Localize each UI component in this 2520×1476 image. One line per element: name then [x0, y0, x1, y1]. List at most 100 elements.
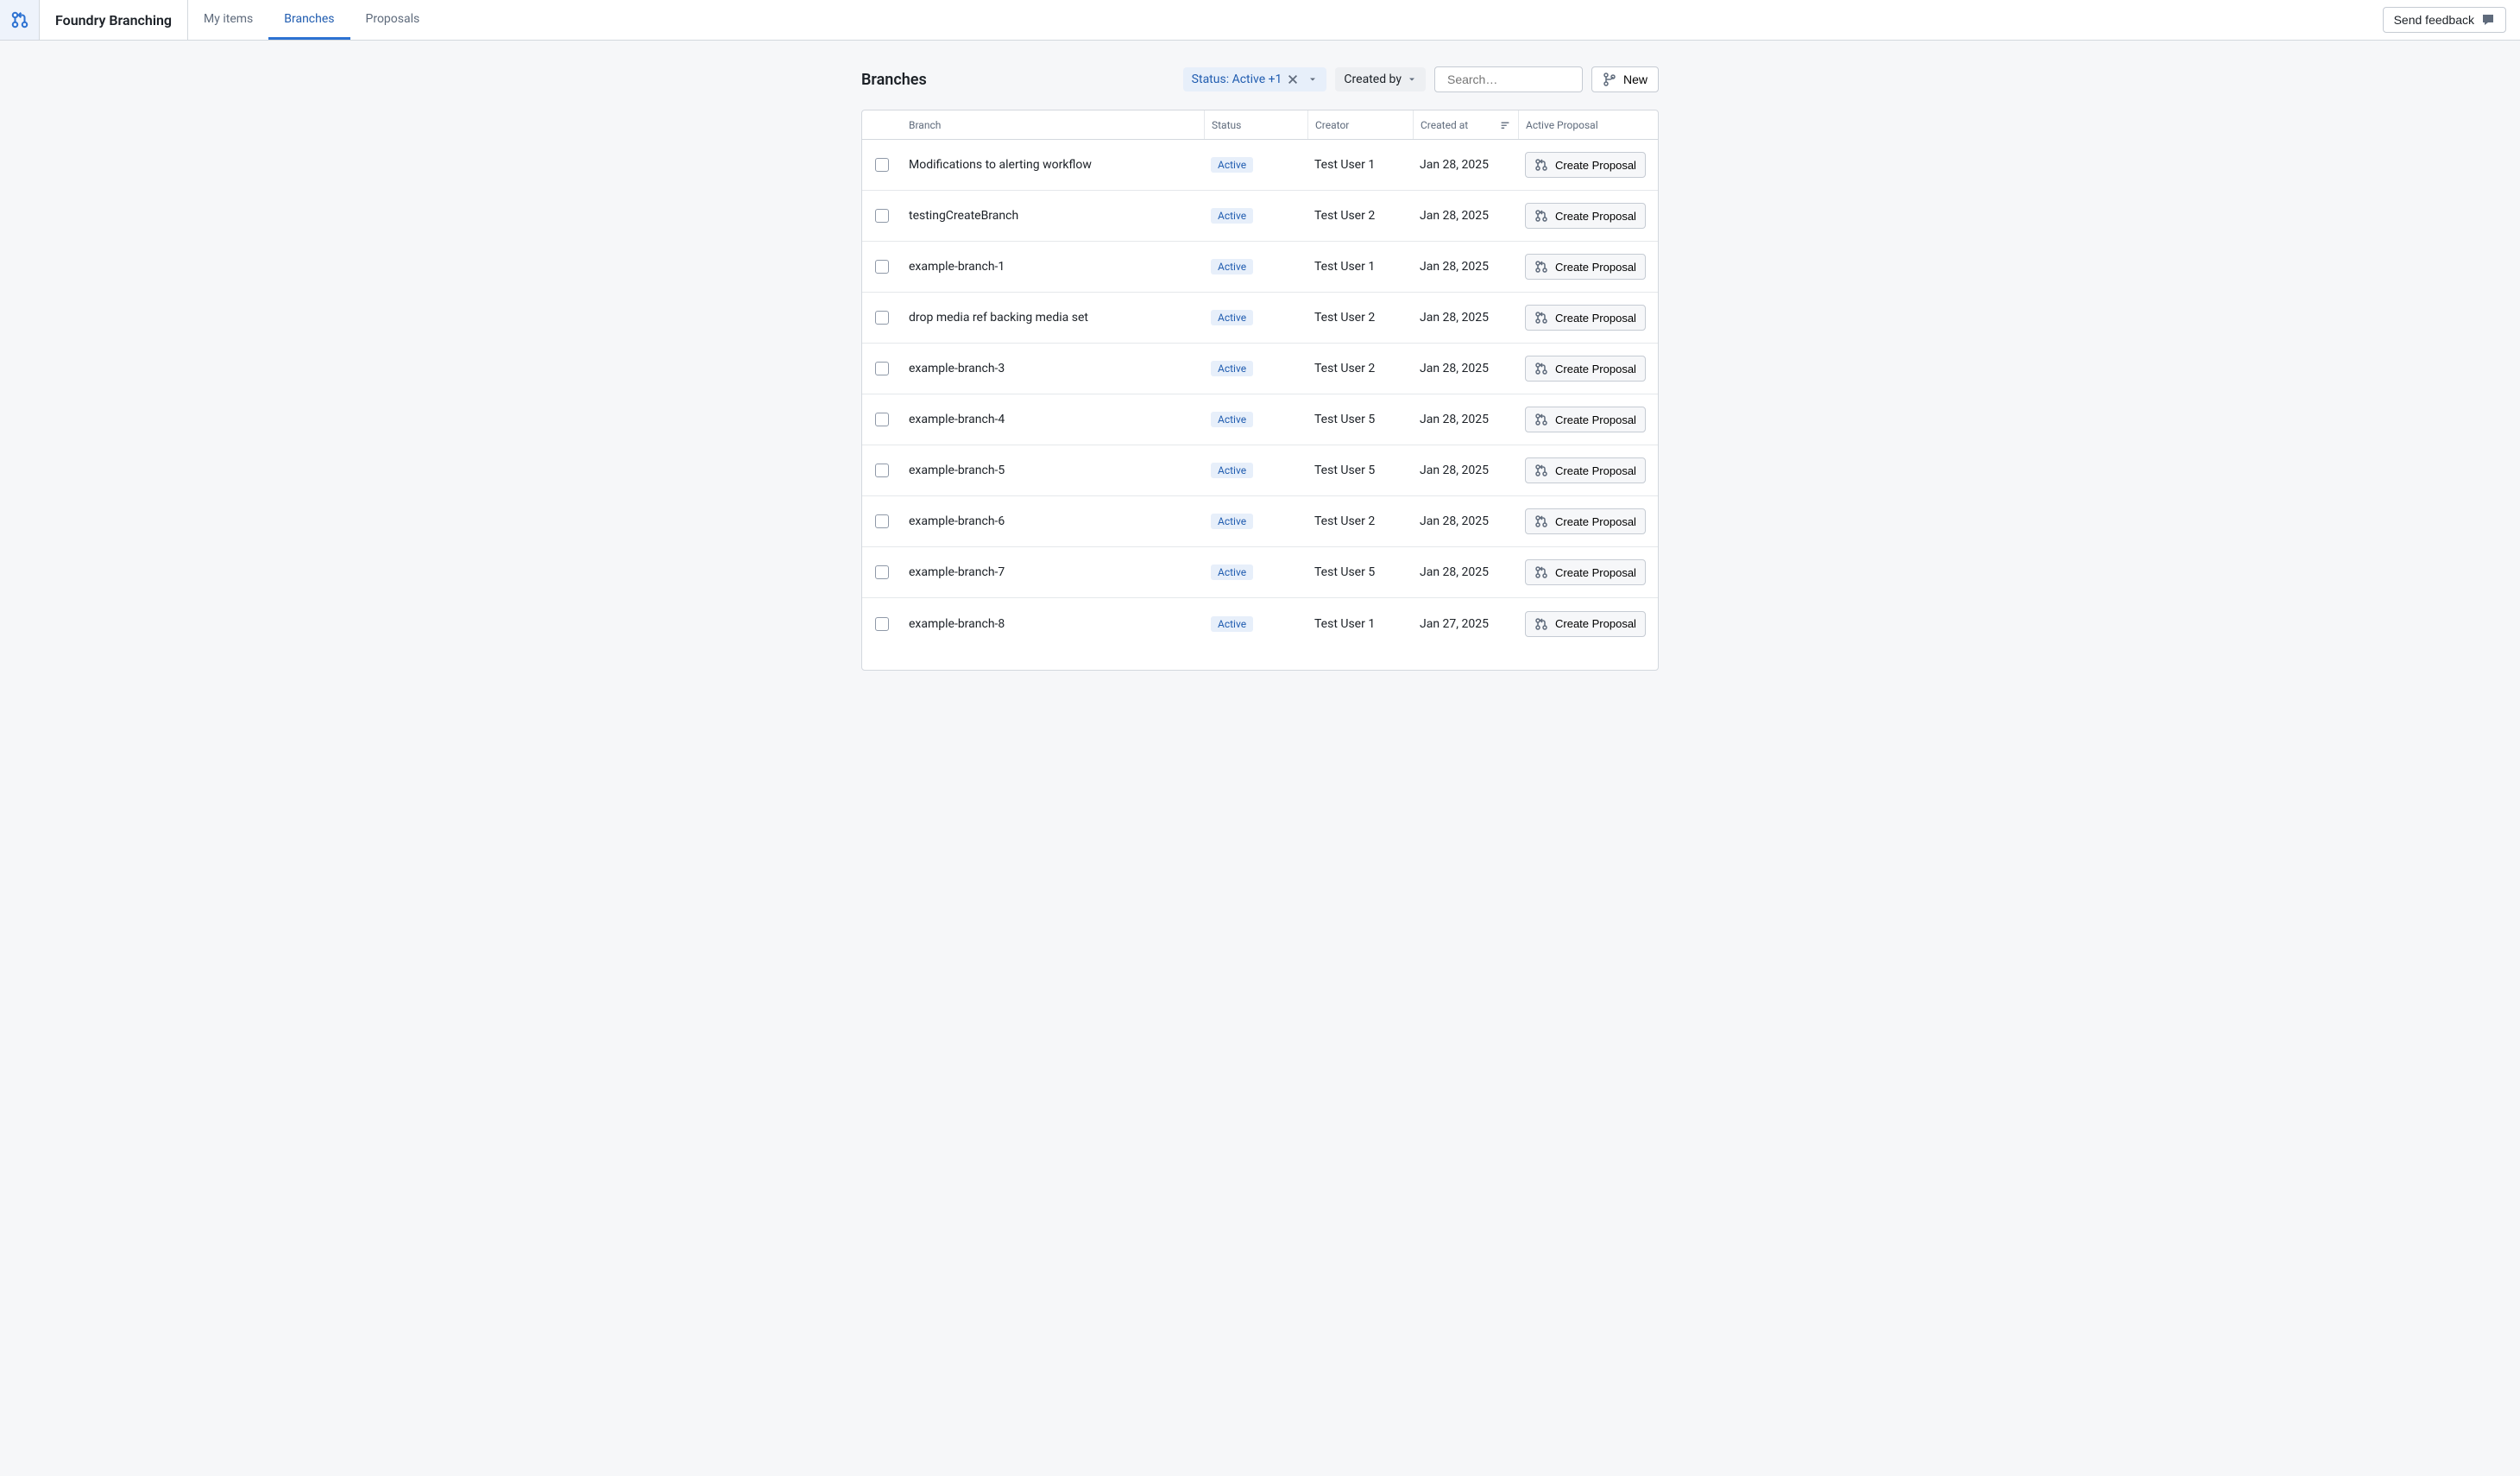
create-proposal-button[interactable]: Create Proposal — [1525, 356, 1646, 382]
clear-status-filter-icon[interactable] — [1287, 73, 1299, 85]
branch-name[interactable]: example-branch-5 — [902, 464, 1204, 477]
nav-tab-my-items[interactable]: My items — [188, 0, 268, 40]
send-feedback-button[interactable]: Send feedback — [2383, 7, 2506, 33]
row-checkbox[interactable] — [875, 311, 889, 325]
search-box[interactable] — [1434, 66, 1583, 92]
page-title: Branches — [861, 71, 1175, 89]
row-checkbox[interactable] — [875, 209, 889, 223]
created-by-caret-icon — [1407, 74, 1417, 85]
row-checkbox[interactable] — [875, 158, 889, 172]
creator-name: Test User 2 — [1307, 311, 1413, 325]
creator-name: Test User 5 — [1307, 464, 1413, 477]
row-checkbox[interactable] — [875, 514, 889, 528]
creator-name: Test User 2 — [1307, 514, 1413, 528]
create-proposal-icon — [1534, 617, 1548, 631]
new-branch-label: New — [1623, 73, 1647, 86]
search-input[interactable] — [1447, 73, 1603, 86]
created-at: Jan 28, 2025 — [1413, 514, 1518, 528]
table-row: Modifications to alerting workflowActive… — [862, 140, 1658, 191]
row-checkbox[interactable] — [875, 413, 889, 426]
create-proposal-icon — [1534, 514, 1548, 528]
col-created-at[interactable]: Created at — [1413, 110, 1518, 139]
create-proposal-label: Create Proposal — [1555, 464, 1636, 477]
feedback-icon — [2481, 13, 2495, 27]
created-at: Jan 28, 2025 — [1413, 260, 1518, 274]
col-status[interactable]: Status — [1204, 110, 1307, 139]
col-branch[interactable]: Branch — [902, 119, 1204, 131]
table-row: example-branch-7ActiveTest User 5Jan 28,… — [862, 547, 1658, 598]
create-proposal-button[interactable]: Create Proposal — [1525, 305, 1646, 331]
create-proposal-label: Create Proposal — [1555, 566, 1636, 579]
create-proposal-button[interactable]: Create Proposal — [1525, 508, 1646, 534]
create-proposal-button[interactable]: Create Proposal — [1525, 203, 1646, 229]
branch-name[interactable]: testingCreateBranch — [902, 209, 1204, 223]
table-footer — [862, 649, 1658, 670]
row-checkbox[interactable] — [875, 565, 889, 579]
toolbar: Branches Status: Active +1 Created by Ne… — [861, 66, 1659, 92]
branch-name[interactable]: example-branch-4 — [902, 413, 1204, 426]
creator-name: Test User 1 — [1307, 158, 1413, 172]
create-proposal-icon — [1534, 565, 1548, 579]
table-row: example-branch-8 Active Test User 1Jan 27,… — [862, 598, 1658, 649]
new-branch-icon — [1603, 73, 1616, 86]
new-branch-button[interactable]: New — [1591, 66, 1659, 92]
row-checkbox[interactable] — [875, 260, 889, 274]
table-row: example-branch-4 Active Test User 5Jan 28,… — [862, 394, 1658, 445]
branch-name[interactable]: example-branch-6 — [902, 514, 1204, 528]
nav-tab-branches[interactable]: Branches — [268, 0, 350, 40]
status-filter-label: Status: Active +1 — [1192, 73, 1282, 86]
create-proposal-label: Create Proposal — [1555, 210, 1636, 223]
creator-name: Test User 5 — [1307, 413, 1413, 426]
main-content: Branches Status: Active +1 Created by Ne… — [861, 66, 1659, 671]
create-proposal-button[interactable]: Create Proposal — [1525, 457, 1646, 483]
status-badge: Active — [1211, 208, 1253, 224]
created-by-filter-chip[interactable]: Created by — [1335, 67, 1426, 91]
table-row: drop media ref backing media setActiveTe… — [862, 293, 1658, 344]
created-at: Jan 28, 2025 — [1413, 209, 1518, 223]
created-at: Jan 28, 2025 — [1413, 464, 1518, 477]
app-icon — [0, 0, 40, 40]
branch-name[interactable]: example-branch-3 — [902, 362, 1204, 375]
branch-name[interactable]: example-branch-1 — [902, 260, 1204, 274]
nav-tabs: My itemsBranchesProposals — [188, 0, 435, 40]
create-proposal-button[interactable]: Create Proposal — [1525, 611, 1646, 637]
status-badge: Active — [1211, 259, 1253, 274]
creator-name: Test User 5 — [1307, 565, 1413, 579]
create-proposal-label: Create Proposal — [1555, 413, 1636, 426]
sort-desc-icon — [1499, 119, 1511, 131]
create-proposal-icon — [1534, 311, 1548, 325]
create-proposal-button[interactable]: Create Proposal — [1525, 254, 1646, 280]
created-at: Jan 28, 2025 — [1413, 362, 1518, 375]
created-at: Jan 28, 2025 — [1413, 413, 1518, 426]
row-checkbox[interactable] — [875, 362, 889, 375]
creator-name: Test User 2 — [1307, 362, 1413, 375]
status-badge: Active — [1211, 412, 1253, 427]
branch-name[interactable]: Modifications to alerting workflow — [902, 158, 1204, 172]
branch-name[interactable]: example-branch-7 — [902, 565, 1204, 579]
status-badge: Active — [1211, 361, 1253, 376]
col-active-proposal[interactable]: Active Proposal — [1518, 110, 1659, 139]
row-checkbox[interactable] — [875, 464, 889, 477]
status-badge: Active — [1211, 514, 1253, 529]
created-at: Jan 28, 2025 — [1413, 311, 1518, 325]
branching-icon — [10, 10, 29, 29]
create-proposal-button[interactable]: Create Proposal — [1525, 152, 1646, 178]
create-proposal-button[interactable]: Create Proposal — [1525, 559, 1646, 585]
branch-name[interactable]: drop media ref backing media set — [902, 311, 1204, 325]
create-proposal-button[interactable]: Create Proposal — [1525, 407, 1646, 432]
row-checkbox[interactable] — [875, 617, 889, 631]
table-row: example-branch-1ActiveTest User 1Jan 28,… — [862, 242, 1658, 293]
status-filter-chip[interactable]: Status: Active +1 — [1183, 67, 1327, 91]
branches-table: Branch Status Creator Created at Active … — [861, 110, 1659, 671]
status-badge: Active — [1211, 463, 1253, 478]
created-at: Jan 27, 2025 — [1413, 617, 1518, 631]
table-header: Branch Status Creator Created at Active … — [862, 110, 1658, 140]
status-badge: Active — [1211, 616, 1253, 632]
col-creator[interactable]: Creator — [1307, 110, 1413, 139]
nav-tab-proposals[interactable]: Proposals — [350, 0, 436, 40]
creator-name: Test User 1 — [1307, 617, 1413, 631]
create-proposal-icon — [1534, 158, 1548, 172]
table-row: example-branch-6 Active Test User 2Jan 28,… — [862, 496, 1658, 547]
app-header: Foundry Branching My itemsBranchesPropos… — [0, 0, 2520, 41]
branch-name[interactable]: example-branch-8 — [902, 617, 1204, 631]
